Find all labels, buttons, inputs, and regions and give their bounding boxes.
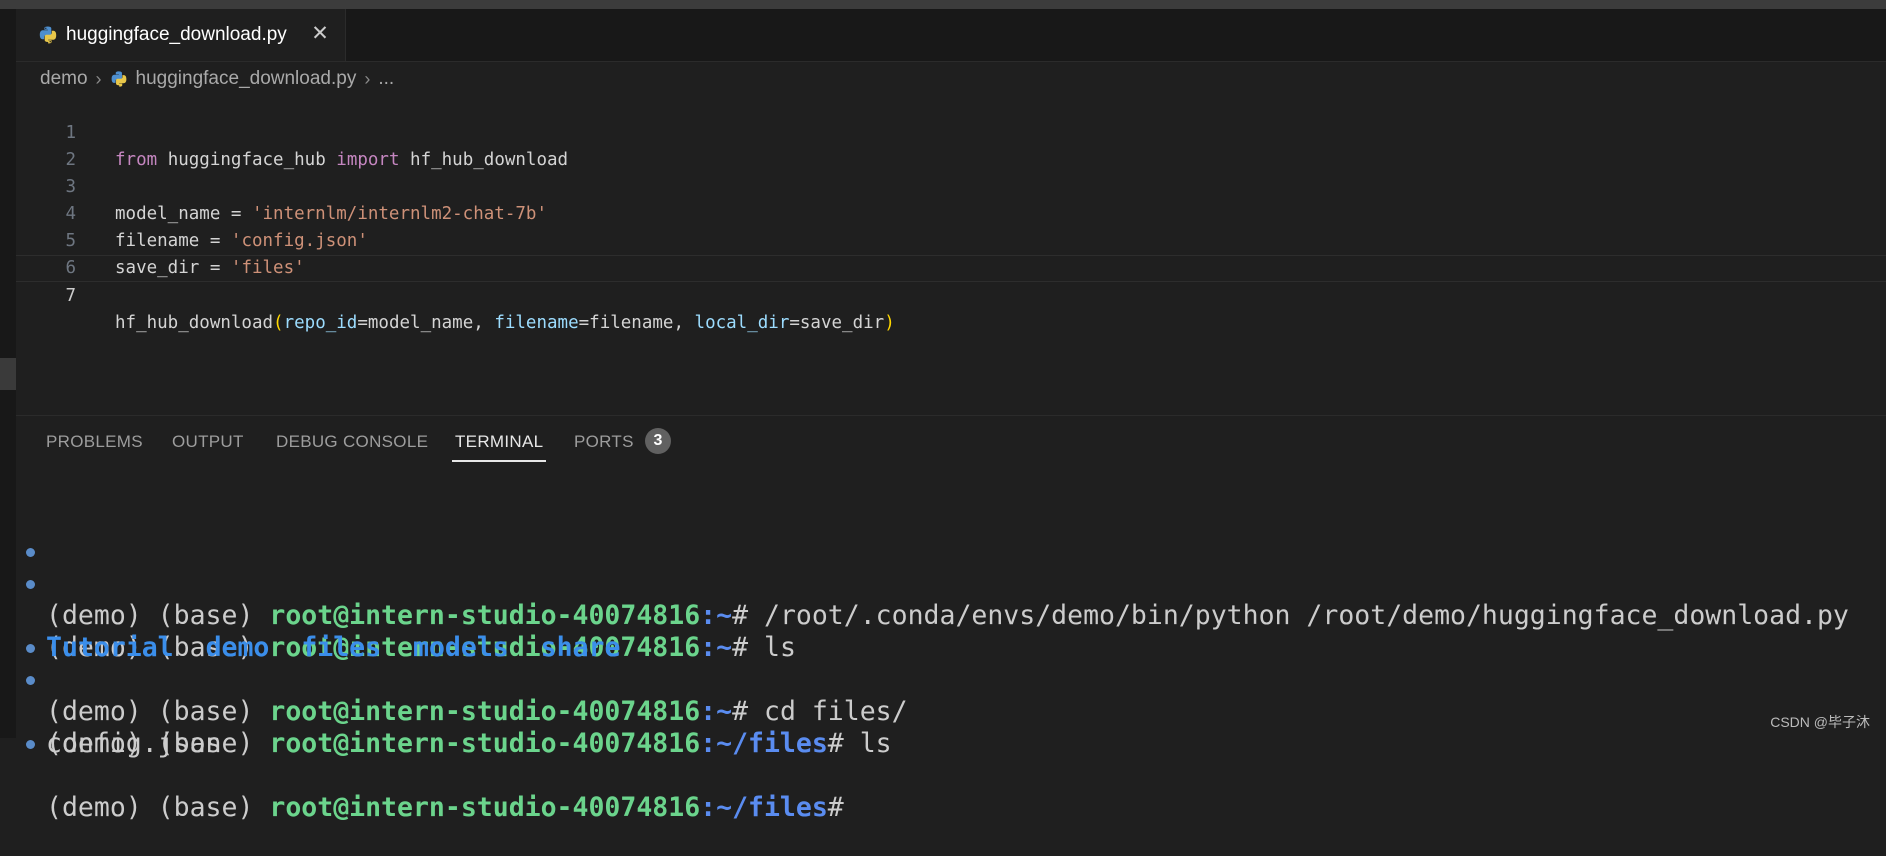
paren: ( (273, 313, 284, 333)
chevron-right-icon: › (364, 68, 371, 89)
prompt-host: root@intern-studio-40074816 (269, 792, 701, 823)
prompt-path: :~/files (700, 792, 828, 823)
chevron-right-icon: › (95, 68, 102, 89)
command-decoration-icon[interactable] (26, 548, 35, 557)
terminal-line: (demo) (base) root@intern-studio-4007481… (16, 536, 1886, 631)
watermark: CSDN @毕子沐 (1770, 714, 1870, 730)
editor-tab[interactable]: huggingface_download.py ✕ (16, 9, 346, 61)
editor-tab-bar: huggingface_download.py ✕ (16, 9, 1886, 62)
terminal-line: (demo) (base) root@intern-studio-4007481… (16, 664, 1886, 759)
title-bar (0, 0, 1886, 9)
prompt-prefix: (demo) (base) (46, 792, 270, 823)
tab-problems[interactable]: PROBLEMS (46, 432, 143, 462)
breadcrumb-folder[interactable]: demo (40, 68, 88, 90)
code-line: 3 model_name = 'internlm/internlm2-chat-… (16, 147, 1886, 224)
tab-terminal[interactable]: TERMINAL (451, 432, 547, 462)
code-line: 2 (16, 120, 1886, 170)
tab-output[interactable]: OUTPUT (172, 432, 244, 462)
param-value: =save_dir (789, 313, 885, 333)
command-decoration-icon[interactable] (26, 740, 35, 749)
panel-tab-bar: PROBLEMS OUTPUT DEBUG CONSOLE TERMINAL P… (16, 416, 1886, 466)
terminal-output[interactable]: (demo) (base) root@intern-studio-4007481… (16, 520, 1886, 823)
terminal-line: (demo) (base) root@intern-studio-4007481… (16, 632, 1886, 727)
line-number: 7 (65, 286, 76, 306)
param-name: repo_id (283, 313, 358, 333)
command-decoration-icon[interactable] (26, 676, 35, 685)
tab-ports[interactable]: PORTS (574, 432, 634, 462)
code-line-active: 7 hf_hub_download(repo_id=model_name, fi… (16, 255, 1886, 333)
param-name: local_dir (694, 313, 790, 333)
terminal-line: config.json (16, 696, 1886, 759)
terminal-line: Tutorial demo files models share (16, 600, 1886, 663)
tab-label: huggingface_download.py (66, 24, 287, 45)
breadcrumb-file[interactable]: huggingface_download.py (136, 68, 357, 90)
terminal-line: (demo) (base) root@intern-studio-4007481… (16, 728, 1886, 823)
tab-debug-console[interactable]: DEBUG CONSOLE (276, 432, 428, 462)
command-decoration-icon[interactable] (26, 644, 35, 653)
close-icon[interactable]: ✕ (309, 23, 331, 45)
paren: ) (884, 313, 895, 333)
param-value: =filename, (578, 313, 695, 333)
breadcrumb-more[interactable]: ... (378, 68, 394, 90)
ports-count-badge: 3 (645, 428, 671, 454)
function-call: hf_hub_download (115, 313, 274, 333)
code-line: 5 save_dir = 'files' (16, 201, 1886, 278)
code-editor[interactable]: 1 from huggingface_hub import hf_hub_dow… (16, 93, 1886, 415)
python-file-icon (39, 26, 57, 44)
python-file-icon (111, 71, 126, 87)
breadcrumb: demo › huggingface_download.py › ... (40, 66, 394, 92)
command-text: # (827, 792, 844, 823)
sash-handle[interactable] (0, 358, 16, 390)
code-line: 6 (16, 228, 1886, 278)
param-value: =model_name, (357, 313, 495, 333)
code-line: 4 filename = 'config.json' (16, 174, 1886, 251)
command-decoration-icon[interactable] (26, 580, 35, 589)
param-name: filename (494, 313, 579, 333)
terminal-line: (demo) (base) root@intern-studio-4007481… (16, 568, 1886, 663)
code-line: 1 from huggingface_hub import hf_hub_dow… (16, 93, 1886, 170)
